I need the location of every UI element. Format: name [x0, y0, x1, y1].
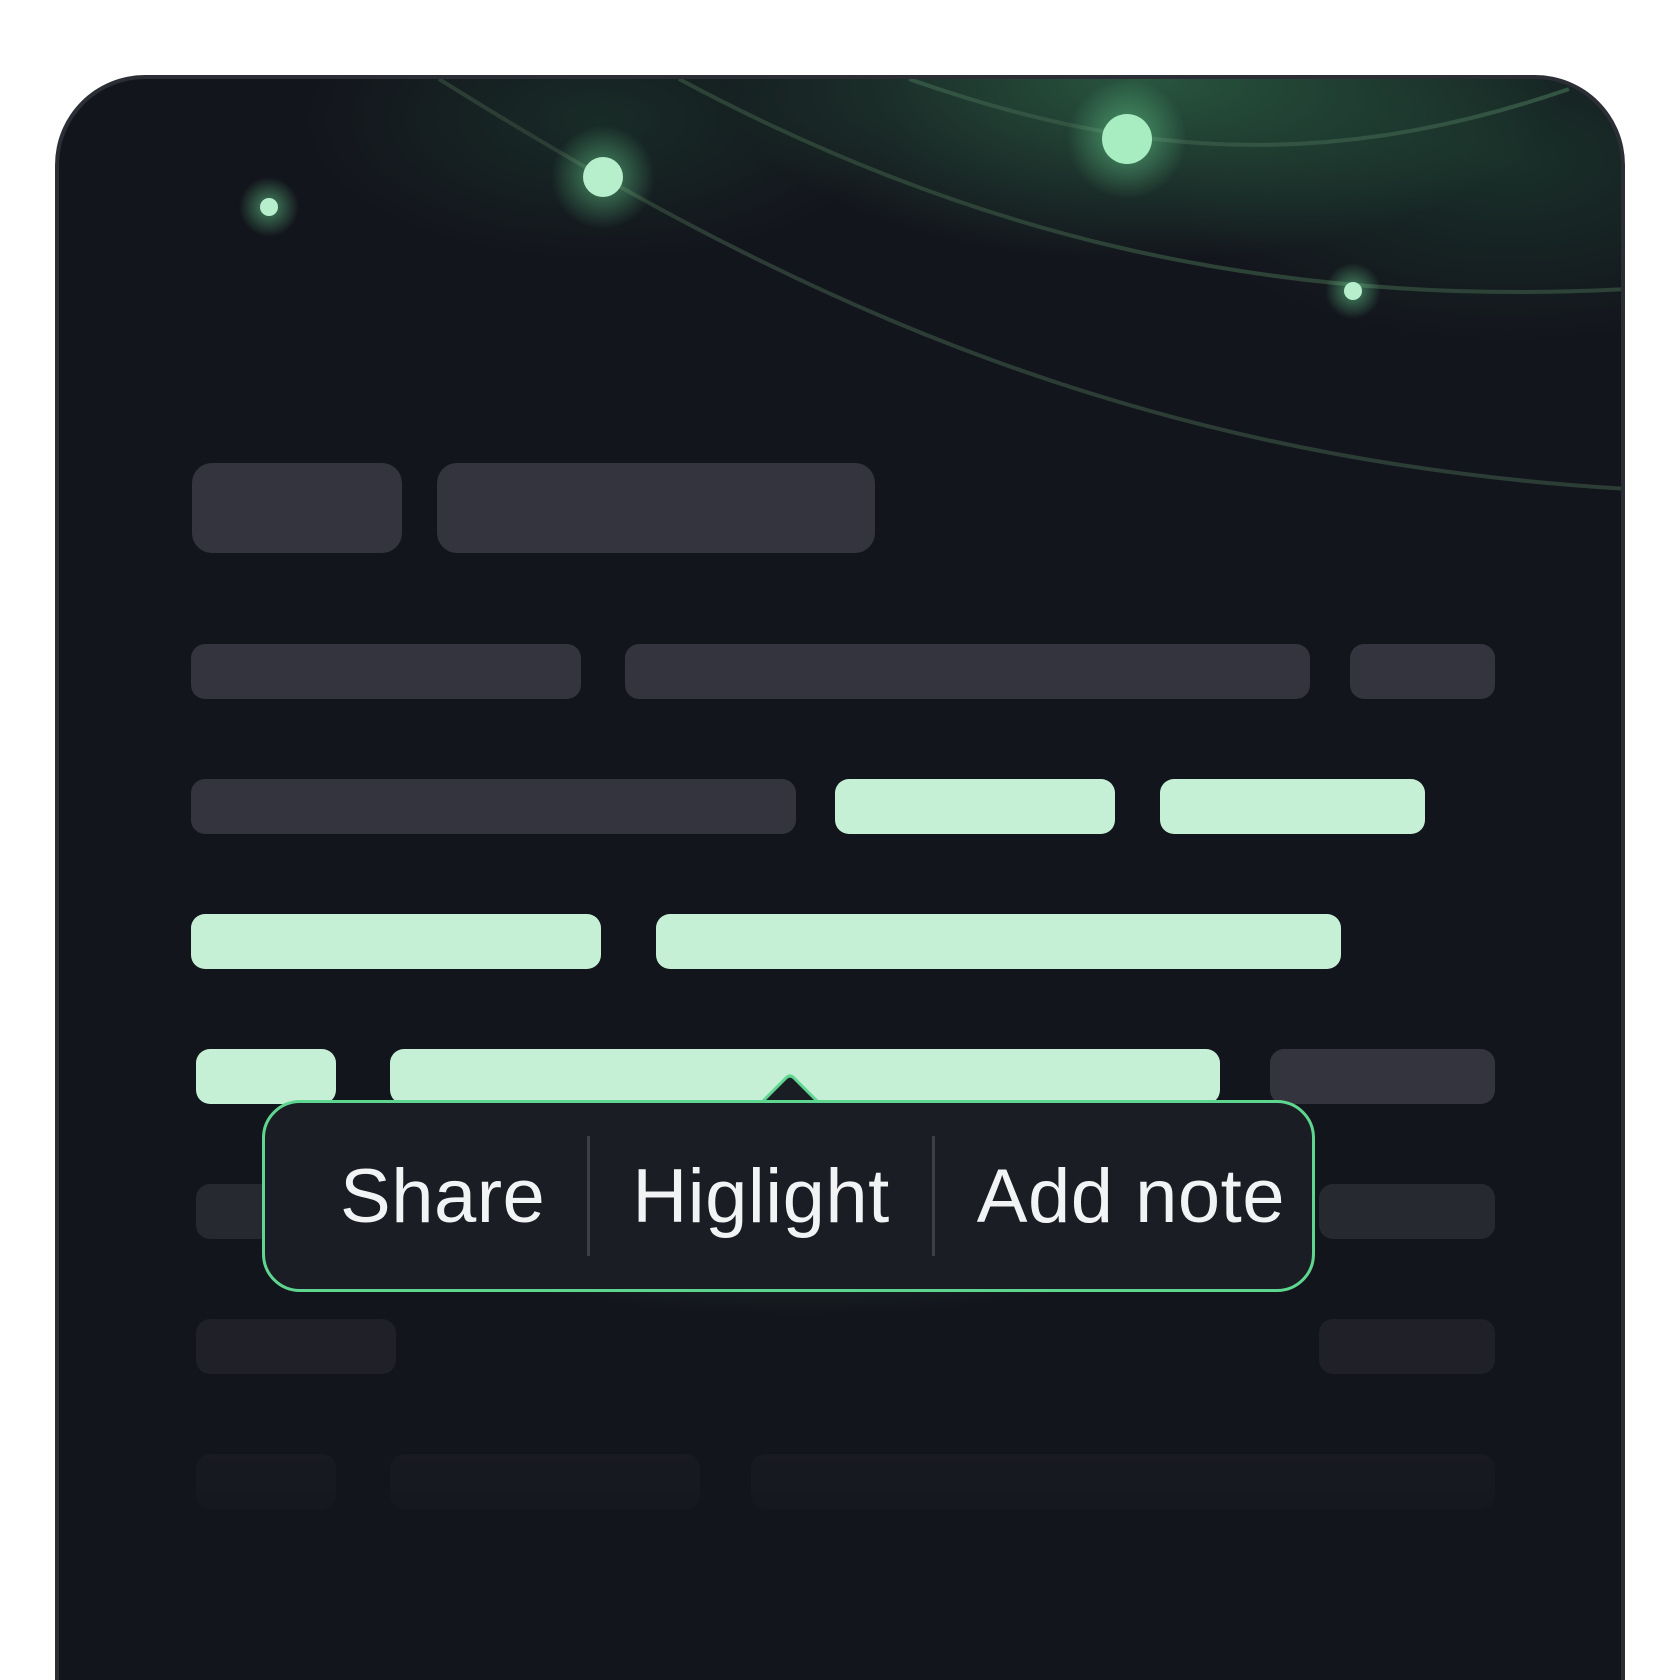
selected-text[interactable] — [191, 914, 601, 969]
divider — [931, 1136, 935, 1256]
share-button[interactable]: Share — [340, 1153, 545, 1240]
glowing-dot-icon — [1325, 263, 1381, 319]
text-placeholder — [751, 1454, 1495, 1509]
orbit-decoration — [239, 79, 1621, 491]
text-placeholder — [1350, 644, 1495, 699]
text-placeholder — [1319, 1319, 1495, 1374]
divider — [587, 1136, 591, 1256]
selected-text[interactable] — [1160, 779, 1425, 834]
selection-popover: Share Higlight Add note — [262, 1100, 1315, 1292]
selected-text[interactable] — [656, 914, 1341, 969]
highlight-button[interactable]: Higlight — [632, 1153, 889, 1240]
glowing-dot-icon — [239, 177, 299, 237]
add-note-button[interactable]: Add note — [977, 1153, 1285, 1240]
selected-text[interactable] — [835, 779, 1115, 834]
text-placeholder — [196, 1319, 396, 1374]
text-placeholder — [390, 1454, 700, 1509]
glowing-dot-icon — [1067, 79, 1187, 199]
selected-text[interactable] — [196, 1049, 336, 1104]
text-placeholder — [191, 779, 796, 834]
scene: Share Higlight Add note — [0, 0, 1680, 1680]
text-placeholder — [196, 1454, 336, 1509]
heading-placeholder-1 — [192, 463, 402, 553]
glowing-dot-icon — [551, 125, 655, 229]
orbit-line-3 — [908, 79, 1570, 147]
text-placeholder — [1270, 1049, 1495, 1104]
text-placeholder — [1319, 1184, 1495, 1239]
text-placeholder — [625, 644, 1310, 699]
heading-placeholder-2 — [437, 463, 875, 553]
device-frame — [55, 75, 1625, 1680]
text-placeholder — [191, 644, 581, 699]
